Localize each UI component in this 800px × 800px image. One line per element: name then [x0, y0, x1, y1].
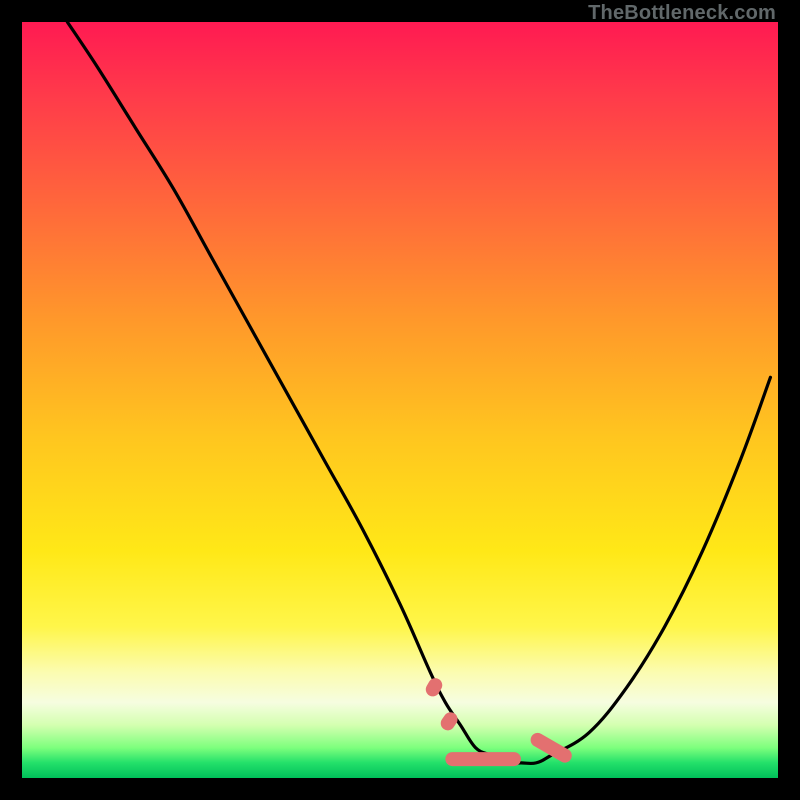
bottleneck-curve	[22, 22, 778, 778]
chart-frame: TheBottleneck.com	[0, 0, 800, 800]
highlight-segment	[438, 710, 460, 734]
attribution-text: TheBottleneck.com	[588, 2, 776, 25]
plot-area	[22, 22, 778, 778]
highlight-segment	[445, 752, 521, 766]
